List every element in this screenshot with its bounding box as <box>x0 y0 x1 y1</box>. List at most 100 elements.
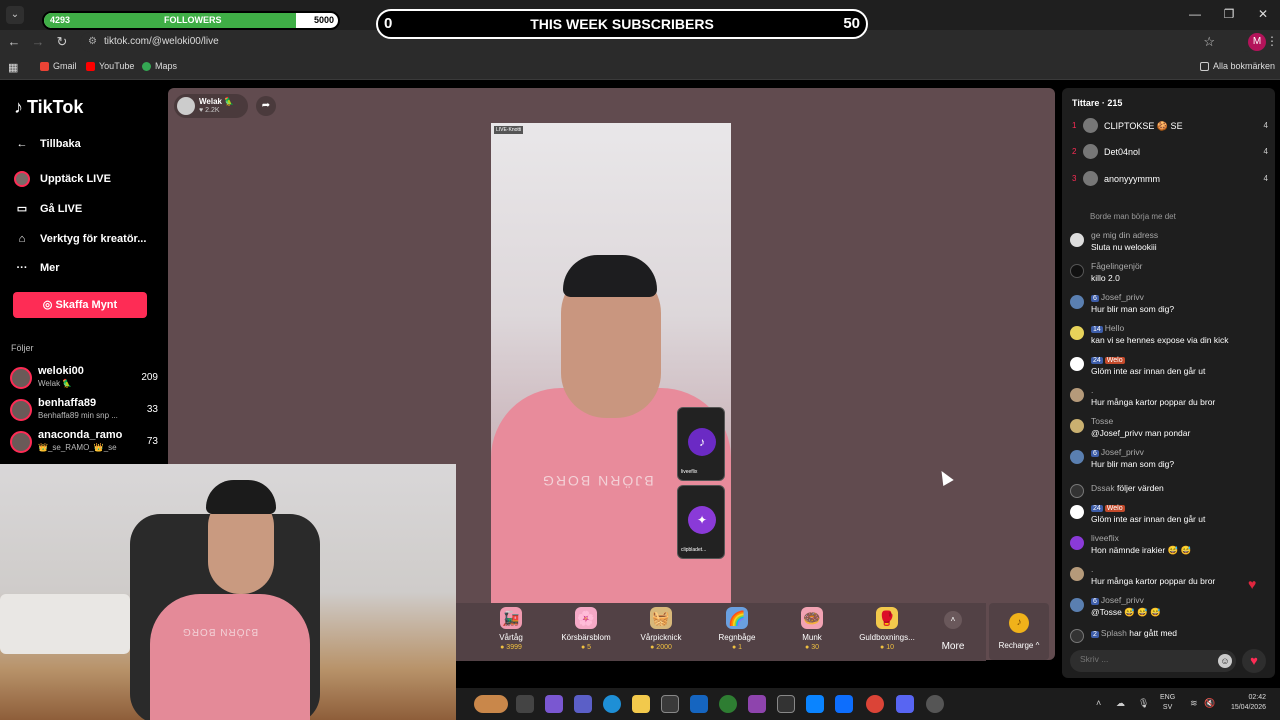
chat-partial-message: Borde man börja me det <box>1090 212 1176 221</box>
dev-tool-icon[interactable] <box>777 695 795 713</box>
minimize-button[interactable]: — <box>1178 0 1212 30</box>
recharge-button[interactable]: ♪ Recharge ^ <box>989 603 1049 660</box>
chevron-up-icon: ˄ <box>944 611 962 629</box>
get-coins-button[interactable]: ◎ Skaffa Mynt <box>13 292 147 318</box>
vpn-icon[interactable] <box>719 695 737 713</box>
task-view-icon[interactable] <box>516 695 534 713</box>
team-badge: Welo <box>1104 505 1125 512</box>
gift-item[interactable]: 🥊 Guldboxnings... ● 10 <box>852 607 922 651</box>
fan-level-badge: 24 <box>1091 357 1103 364</box>
following-item[interactable]: anaconda_ramo 👑_se_RAMO_👑_se 73 <box>10 429 160 457</box>
obs-icon[interactable] <box>926 695 944 713</box>
chrome-icon[interactable] <box>866 695 884 713</box>
bookmark-maps[interactable]: Maps <box>142 61 177 71</box>
gift-item[interactable]: 🌸 Körsbärsblom ● 5 <box>551 607 621 651</box>
creator-tools-icon: ⌂ <box>18 233 26 245</box>
url-text[interactable]: tiktok.com/@weloki00/live <box>104 36 219 47</box>
volume-mute-icon[interactable]: 🔇 <box>1204 698 1215 709</box>
following-subtitle: Welak 🦜 <box>38 379 73 388</box>
profile-avatar[interactable]: M <box>1248 33 1266 51</box>
user-follow-icon <box>1070 484 1084 498</box>
language-indicator[interactable]: ENG SV <box>1160 693 1175 713</box>
tray-mic-icon[interactable]: 🎙 <box>1138 698 1149 709</box>
discord-icon[interactable] <box>896 695 914 713</box>
gift-item[interactable]: 🍩 Munk ● 30 <box>777 607 847 651</box>
following-subtitle: Benhaffa89 min snp ... <box>38 411 118 420</box>
streamer-body <box>150 594 310 720</box>
background-sofa <box>0 594 130 654</box>
tab-search-button[interactable]: ⌄ <box>6 6 24 24</box>
top-viewer[interactable]: 3 anonyyymmm 4 <box>1072 171 1268 187</box>
emoji-icon[interactable]: ☺ <box>1218 654 1232 668</box>
chat-input-box[interactable]: ☺ <box>1070 650 1236 672</box>
edge-icon[interactable] <box>603 695 621 713</box>
guest-card[interactable]: ✦ clipbladet... <box>677 485 725 559</box>
guest-card[interactable]: ♪ liveeflix <box>677 407 725 481</box>
sidebar-item-go-live[interactable]: ▭ Gå LIVE <box>14 201 82 217</box>
avatar <box>1070 598 1084 612</box>
bookmarks-bar: ▦ Gmail YouTube Maps Alla bokmärken <box>0 54 1280 80</box>
tiktok-logo[interactable]: ♪ TikTok <box>14 97 83 118</box>
heart-icon[interactable]: ♥ <box>1242 649 1266 673</box>
fan-level-badge: 6 <box>1091 450 1099 457</box>
top-viewer[interactable]: 2 Det04nol 4 <box>1072 144 1268 160</box>
restore-button[interactable]: ❐ <box>1212 0 1246 30</box>
settings-app-icon[interactable] <box>835 695 853 713</box>
live-video[interactable]: LIVE·Knotti BJÖRN BORG ♪ liveeflix ✦ cli… <box>491 123 731 603</box>
youtube-icon <box>86 61 95 71</box>
forward-button[interactable]: → <box>28 32 48 52</box>
bookmark-gmail[interactable]: Gmail <box>40 61 77 71</box>
all-bookmarks[interactable]: Alla bokmärken <box>1200 61 1275 71</box>
gift-item[interactable]: 🚂 Vårtåg ● 3999 <box>476 607 546 651</box>
top-viewer[interactable]: 1 CLIPTOKSE 🍪 SE 4 <box>1072 118 1268 134</box>
more-gifts-button[interactable]: ˄ More <box>938 611 968 652</box>
fan-level-badge: 14 <box>1091 326 1103 333</box>
mail-icon[interactable] <box>690 695 708 713</box>
avatar <box>1070 450 1084 464</box>
bookmark-star-icon[interactable]: ☆ <box>1203 34 1215 50</box>
tray-chevron-up-icon[interactable]: ˄ <box>1096 698 1101 708</box>
sidebar-item-back[interactable]: ← Tillbaka <box>14 136 81 152</box>
followers-label: FOLLOWERS <box>164 15 222 25</box>
host-chip[interactable]: Welak 🦜 ♥ 2.2K <box>174 94 248 118</box>
close-window-button[interactable]: ✕ <box>1246 0 1280 30</box>
store-icon[interactable] <box>661 695 679 713</box>
avatar <box>1083 118 1098 133</box>
following-item[interactable]: weloki00 Welak 🦜 209 <box>10 365 160 393</box>
gift-item[interactable]: 🌈 Regnbåge ● 1 <box>702 607 772 651</box>
boxing-glove-gift-icon: 🥊 <box>876 607 898 629</box>
sidebar-item-creator-tools[interactable]: ⌂ Verktyg för kreatör... <box>14 231 147 247</box>
wifi-icon[interactable]: ≋ <box>1190 698 1198 709</box>
live-avatar-icon <box>14 171 30 187</box>
maps-pin-icon <box>142 61 151 71</box>
teams-icon[interactable] <box>574 695 592 713</box>
following-item[interactable]: benhaffa89 Benhaffa89 min snp ... 33 <box>10 397 160 425</box>
weather-widget-icon[interactable] <box>474 695 508 713</box>
reload-button[interactable]: ↻ <box>52 32 72 52</box>
photos-icon[interactable] <box>806 695 824 713</box>
file-explorer-icon[interactable] <box>632 695 650 713</box>
sidebar-item-discover-live[interactable]: Upptäck LIVE <box>14 171 111 187</box>
video-camera-icon: ▭ <box>16 203 28 215</box>
live-label: LIVE·Knotti <box>494 126 524 134</box>
apps-grid-icon[interactable]: ▦ <box>8 61 18 74</box>
avatar <box>1070 233 1084 247</box>
viewers-title[interactable]: Tittare · 215 <box>1072 98 1122 108</box>
avatar <box>1070 295 1084 309</box>
site-info-icon[interactable]: ⚙ <box>88 36 97 47</box>
gift-item[interactable]: 🧺 Vårpicknick ● 2000 <box>626 607 696 651</box>
m365-icon[interactable] <box>748 695 766 713</box>
following-subtitle: 👑_se_RAMO_👑_se <box>38 443 117 452</box>
fan-level-badge: 6 <box>1091 598 1099 605</box>
share-icon[interactable]: ➦ <box>256 96 276 116</box>
chat-input[interactable] <box>1080 654 1210 664</box>
tray-cloud-icon[interactable]: ☁ <box>1116 698 1125 709</box>
copilot-icon[interactable] <box>545 695 563 713</box>
picnic-gift-icon: 🧺 <box>650 607 672 629</box>
subscribers-title: THIS WEEK SUBSCRIBERS <box>530 16 714 32</box>
bookmark-youtube[interactable]: YouTube <box>86 61 134 71</box>
back-button[interactable]: ← <box>4 32 24 52</box>
clock[interactable]: 02:42 15/04/2026 <box>1216 693 1266 713</box>
sidebar-item-more[interactable]: ··· Mer <box>14 260 60 276</box>
browser-menu-icon[interactable]: ⋮ <box>1266 34 1278 48</box>
